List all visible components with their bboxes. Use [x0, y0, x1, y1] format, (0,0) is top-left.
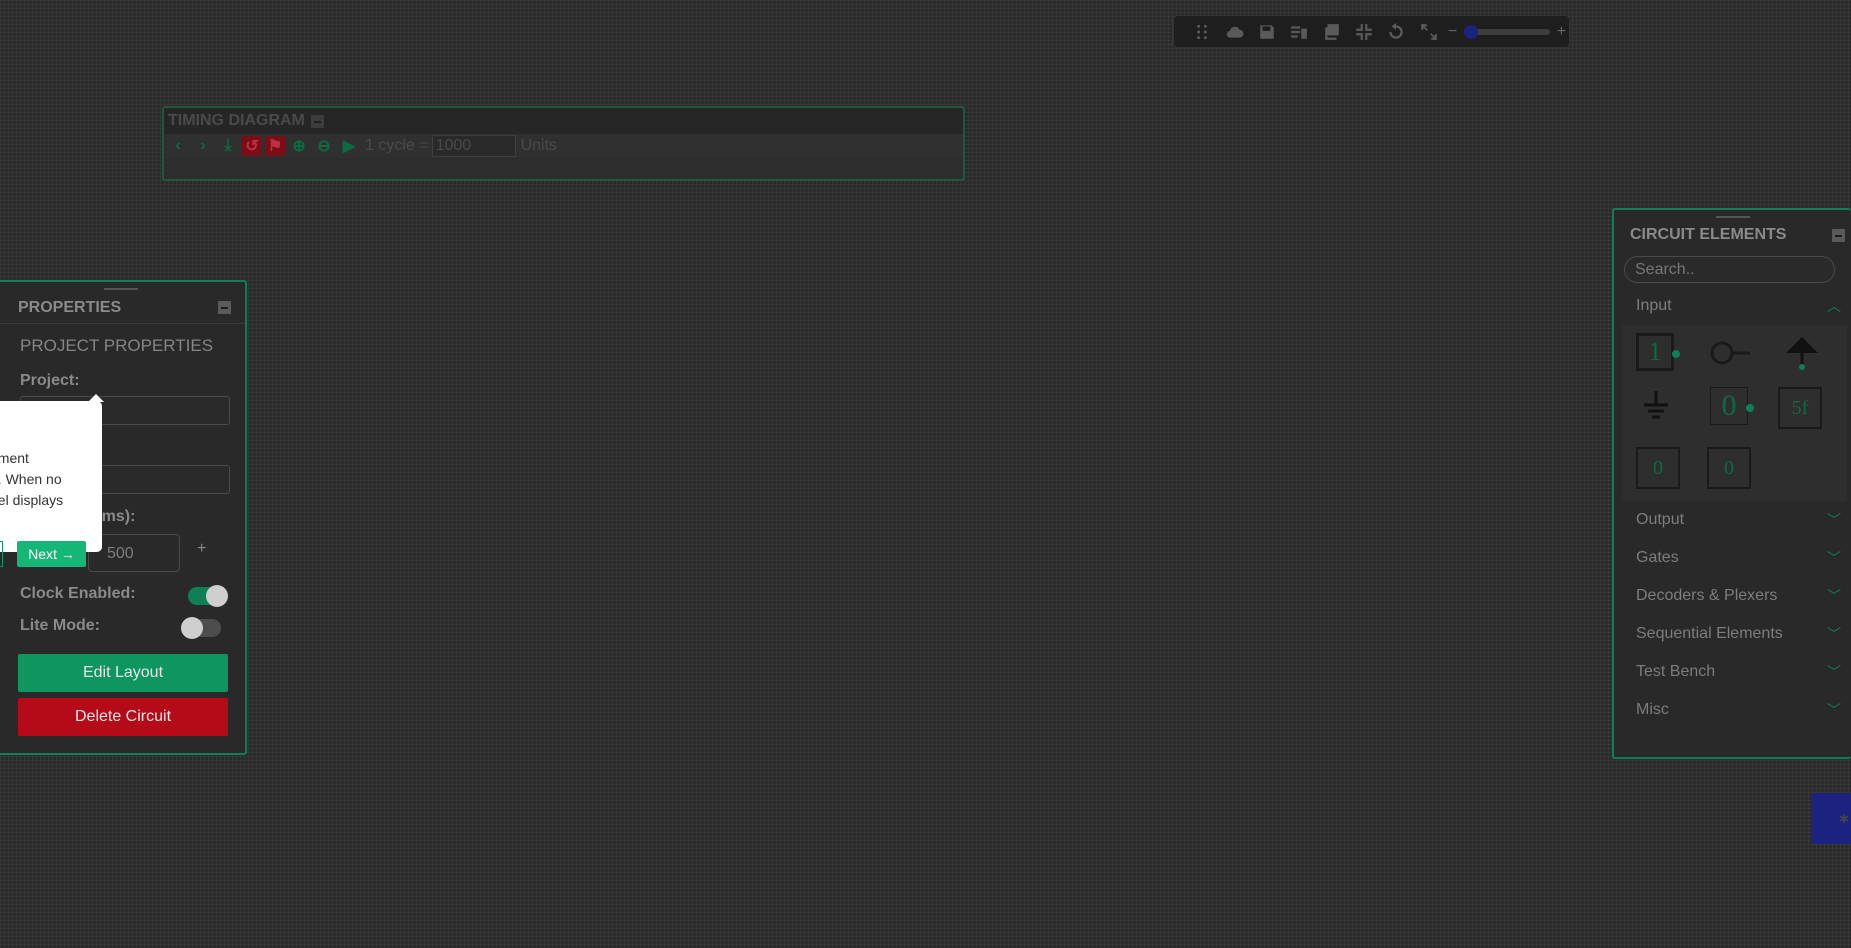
- power-element[interactable]: [1782, 333, 1822, 375]
- chevron-down-icon: ﹀: [1827, 664, 1841, 680]
- timing-diagram-header: TIMING DIAGRAM: [164, 108, 963, 134]
- chevron-left-icon[interactable]: ‹: [167, 135, 189, 157]
- tour-popover-line: nel displays: [0, 492, 64, 508]
- chevron-right-icon[interactable]: ›: [192, 135, 214, 157]
- zoom-slider[interactable]: [1464, 24, 1550, 39]
- project-label: Project:: [20, 372, 80, 389]
- fullscreen-icon[interactable]: [1413, 15, 1445, 48]
- clock-enabled-label: Clock Enabled:: [20, 585, 136, 602]
- increment-button[interactable]: +: [197, 540, 206, 558]
- category-label: Sequential Elements: [1636, 625, 1783, 642]
- minimize-icon[interactable]: [218, 301, 231, 314]
- copy-icon[interactable]: [1315, 15, 1347, 48]
- stepper-element[interactable]: 5f: [1778, 387, 1822, 429]
- delete-icon[interactable]: [1283, 15, 1315, 48]
- category-sequential-elements[interactable]: Sequential Elements ﹀: [1614, 615, 1851, 653]
- tour-next-button[interactable]: Next →: [17, 541, 86, 567]
- input-elements-grid: 1 0 5f 0 0: [1622, 325, 1847, 501]
- reset-icon[interactable]: ↺: [242, 136, 262, 156]
- category-label: Test Bench: [1636, 663, 1716, 680]
- chevron-down-icon: ﹀: [1827, 550, 1841, 566]
- category-gates[interactable]: Gates ﹀: [1614, 539, 1851, 577]
- minimize-icon[interactable]: [1832, 228, 1845, 242]
- circuit-elements-panel: CIRCUIT ELEMENTS Search.. Input ︿ 1 0 5f…: [1612, 208, 1851, 759]
- category-label: Gates: [1636, 549, 1679, 566]
- unflag-icon[interactable]: ⚑: [265, 136, 285, 156]
- top-toolbar: − +: [1173, 15, 1570, 48]
- properties-title: PROPERTIES: [18, 298, 122, 316]
- counter-element-1[interactable]: 0: [1636, 447, 1680, 489]
- delete-circuit-button[interactable]: Delete Circuit: [18, 698, 228, 736]
- chevron-down-icon: ﹀: [1827, 588, 1841, 604]
- cycle-label: 1 cycle =: [365, 137, 429, 154]
- fit-icon[interactable]: [1348, 15, 1380, 48]
- input-element-1[interactable]: 1: [1636, 333, 1680, 375]
- category-misc[interactable]: Misc ﹀: [1614, 691, 1851, 729]
- drag-icon[interactable]: [1186, 15, 1218, 48]
- tour-popover-line: d. When no: [0, 471, 62, 487]
- counter-element-2[interactable]: 0: [1707, 447, 1751, 489]
- minimize-icon[interactable]: [310, 114, 324, 128]
- clock-enabled-toggle[interactable]: [188, 585, 228, 607]
- timing-diagram-body: [164, 158, 963, 179]
- category-label: Misc: [1636, 701, 1669, 718]
- zoom-out-icon[interactable]: ⊖: [313, 135, 335, 157]
- lite-mode-label: Lite Mode:: [20, 617, 100, 634]
- units-label: Units: [520, 137, 558, 154]
- lite-mode-toggle[interactable]: [181, 617, 221, 639]
- chevron-down-icon: ﹀: [1827, 702, 1841, 718]
- bug-report-tab[interactable]: ✱: [1811, 793, 1851, 844]
- category-input[interactable]: Input ︿: [1614, 287, 1851, 325]
- timing-diagram-title: TIMING DIAGRAM: [168, 112, 305, 129]
- category-label: Input: [1636, 297, 1672, 314]
- save-icon[interactable]: [1251, 15, 1283, 48]
- category-label: Output: [1636, 511, 1685, 528]
- button-element[interactable]: [1710, 333, 1750, 375]
- zoom-slider-knob[interactable]: [1464, 24, 1479, 39]
- download-icon[interactable]: ⤓: [217, 135, 239, 157]
- chevron-down-icon: ﹀: [1827, 512, 1841, 528]
- circuit-elements-title: CIRCUIT ELEMENTS: [1630, 226, 1787, 243]
- category-test-bench[interactable]: Test Bench ﹀: [1614, 653, 1851, 691]
- bug-icon: ✱: [1838, 811, 1849, 826]
- zoom-out-icon[interactable]: −: [1445, 23, 1460, 41]
- constant-value-element[interactable]: 0: [1710, 387, 1754, 429]
- undo-icon[interactable]: [1380, 15, 1412, 48]
- chevron-down-icon: ﹀: [1827, 626, 1841, 642]
- zoom-in-icon[interactable]: ⊕: [288, 135, 310, 157]
- tour-popover-line: ement: [0, 450, 29, 466]
- panel-drag-handle[interactable]: [104, 288, 138, 290]
- project-properties-heading: PROJECT PROPERTIES: [20, 336, 214, 355]
- tour-popover: ement d. When no nel displays Next →: [0, 394, 104, 567]
- category-output[interactable]: Output ﹀: [1614, 501, 1851, 539]
- cloud-upload-icon[interactable]: [1218, 15, 1250, 48]
- category-label: Decoders & Plexers: [1636, 587, 1778, 604]
- timing-toolbar: ‹ › ⤓ ↺ ⚑ ⊕ ⊖ ▶ 1 cycle = Units: [164, 134, 963, 158]
- tour-previous-button[interactable]: [0, 541, 3, 567]
- edit-layout-button[interactable]: Edit Layout: [18, 654, 228, 692]
- category-decoders-plexers[interactable]: Decoders & Plexers ﹀: [1614, 577, 1851, 615]
- chevron-up-icon: ︿: [1827, 298, 1841, 314]
- tour-popover-text: ement d. When no nel displays: [0, 448, 98, 511]
- play-icon[interactable]: ▶: [338, 135, 360, 157]
- element-search-input[interactable]: Search..: [1624, 256, 1835, 283]
- timing-diagram-panel: TIMING DIAGRAM ‹ › ⤓ ↺ ⚑ ⊕ ⊖ ▶ 1 cycle =…: [162, 106, 965, 181]
- zoom-in-icon[interactable]: +: [1554, 23, 1569, 41]
- panel-drag-handle[interactable]: [1716, 216, 1750, 218]
- cycle-units-input[interactable]: [431, 135, 516, 157]
- ground-element[interactable]: [1636, 387, 1676, 429]
